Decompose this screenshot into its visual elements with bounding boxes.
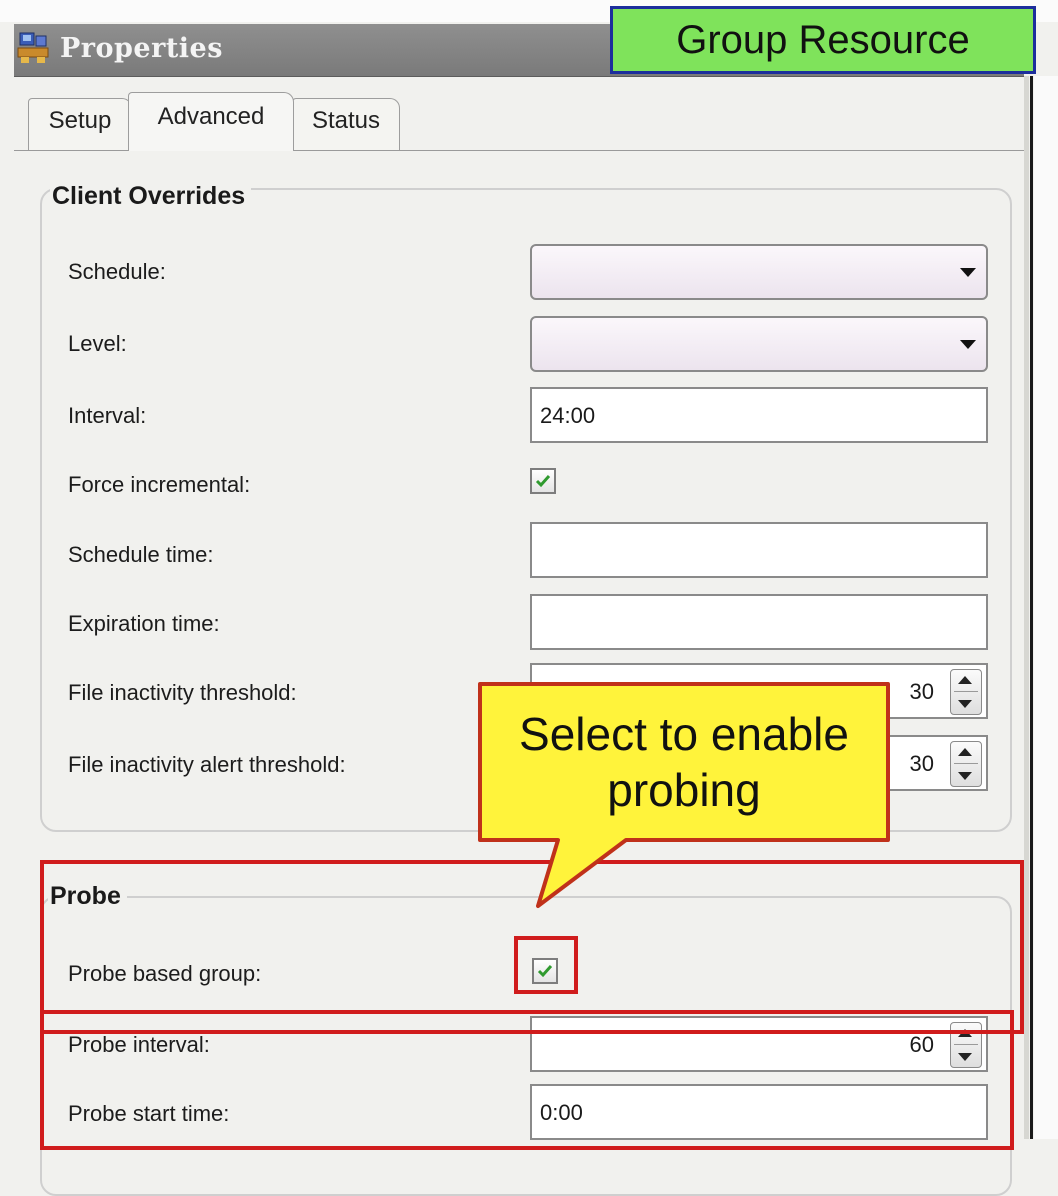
callout-line-2: probing — [607, 764, 761, 816]
expiration-time-field[interactable] — [530, 594, 988, 650]
schedule-label: Schedule: — [68, 259, 166, 284]
level-dropdown[interactable] — [530, 316, 988, 372]
checkbox-highlight-box — [514, 936, 578, 994]
schedule-dropdown[interactable] — [530, 244, 988, 300]
chevron-down-icon — [960, 340, 976, 349]
schedule-time-label: Schedule time: — [68, 542, 214, 567]
interval-label: Interval: — [68, 403, 147, 428]
client-overrides-legend: Client Overrides — [50, 182, 252, 211]
tab-setup[interactable]: Setup — [28, 98, 132, 150]
force-incremental-checkbox[interactable] — [530, 468, 556, 494]
window-edge — [1030, 76, 1033, 1139]
level-label: Level: — [68, 331, 127, 356]
spinner-arrows-icon[interactable] — [950, 669, 982, 715]
background-edge — [1034, 76, 1058, 1139]
spinner-arrows-icon[interactable] — [950, 741, 982, 787]
force-incremental-label: Force incremental: — [68, 472, 251, 497]
group-resource-banner-text: Group Resource — [676, 17, 970, 62]
tab-status[interactable]: Status — [292, 98, 400, 150]
checkmark-icon — [535, 475, 551, 488]
group-resource-banner: Group Resource — [610, 6, 1036, 74]
callout-text: Select to enable probing — [476, 682, 892, 842]
chevron-down-icon — [960, 268, 976, 277]
file-inactivity-threshold-value: 30 — [909, 679, 934, 704]
file-inactivity-threshold-label: File inactivity threshold: — [68, 680, 297, 705]
schedule-time-field[interactable] — [530, 522, 988, 578]
probe-settings-highlight-box — [40, 1010, 1014, 1150]
interval-field[interactable]: 24:00 — [530, 387, 988, 443]
window-title: Properties — [60, 33, 223, 64]
tab-advanced[interactable]: Advanced — [128, 92, 294, 151]
file-inactivity-alert-threshold-label: File inactivity alert threshold: — [68, 752, 346, 777]
callout-line-1: Select to enable — [519, 708, 849, 760]
panel-right-border — [1024, 76, 1029, 1139]
expiration-time-label: Expiration time: — [68, 611, 220, 636]
file-inactivity-alert-threshold-value: 30 — [909, 751, 934, 776]
properties-app-icon — [16, 30, 52, 66]
